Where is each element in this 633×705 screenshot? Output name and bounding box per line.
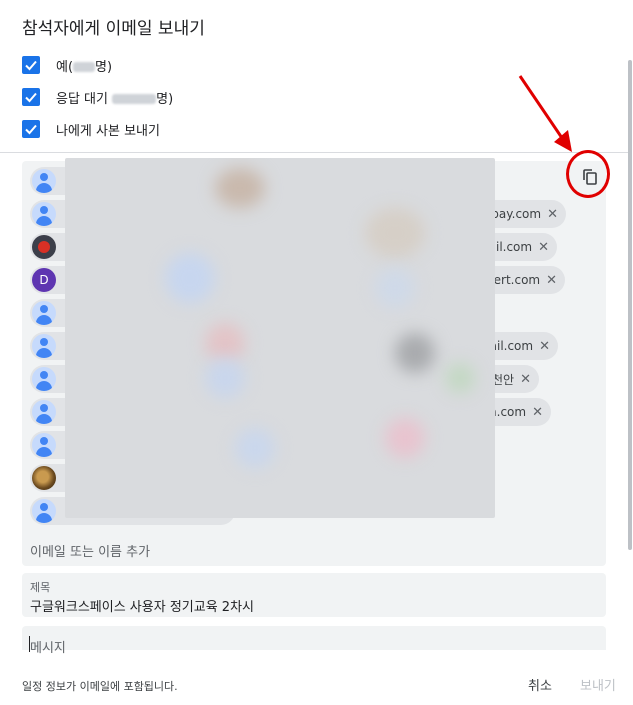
remove-recipient-icon[interactable]: ✕ — [530, 405, 551, 420]
dialog-title: 참석자에게 이메일 보내기 — [22, 19, 205, 39]
avatar — [32, 301, 56, 325]
avatar — [32, 202, 56, 226]
send-button[interactable]: 보내기 — [580, 675, 616, 694]
avatar — [32, 466, 56, 490]
remove-recipient-icon[interactable]: ✕ — [544, 273, 565, 288]
redacted-count — [73, 62, 96, 72]
remove-recipient-icon[interactable]: ✕ — [537, 339, 558, 354]
message-field[interactable] — [22, 626, 606, 650]
avatar — [32, 400, 56, 424]
recipient-email: ail.com — [488, 240, 533, 254]
option-awaiting[interactable]: 응답 대기 명) — [22, 86, 173, 108]
cancel-button[interactable]: 취소 — [528, 675, 552, 694]
scrollbar[interactable] — [628, 60, 632, 550]
redacted-area — [65, 158, 495, 518]
message-input[interactable]: 메시지 — [30, 637, 66, 656]
checkbox-copy-to-me[interactable] — [22, 120, 40, 138]
footer-note: 일정 정보가 이메일에 포함됩니다. — [22, 680, 178, 693]
check-icon — [25, 124, 37, 135]
recipient-name: 천안 — [492, 372, 515, 387]
subject-input[interactable]: 구글워크스페이스 사용자 정기교육 2차시 — [30, 596, 254, 615]
annotation-arrow-icon — [518, 75, 572, 152]
remove-recipient-icon[interactable]: ✕ — [545, 207, 566, 222]
divider — [0, 152, 628, 153]
remove-recipient-icon[interactable]: ✕ — [518, 372, 539, 387]
check-icon — [25, 92, 37, 103]
recipient-email: cert.com — [487, 273, 541, 287]
redacted-count — [112, 94, 157, 104]
option-awaiting-label: 응답 대기 명) — [56, 91, 174, 107]
recipient-email: n.com — [489, 405, 527, 419]
avatar: D — [32, 268, 56, 292]
avatar — [32, 169, 56, 193]
option-yes-label: 예(명) — [56, 59, 113, 75]
option-yes[interactable]: 예(명) — [22, 54, 112, 76]
check-icon — [25, 60, 37, 71]
avatar — [32, 433, 56, 457]
avatar — [32, 367, 56, 391]
recipient-email: pay.com — [491, 207, 542, 221]
avatar — [32, 235, 56, 259]
option-copy-to-me-label: 나에게 사본 보내기 — [56, 123, 160, 139]
avatar — [32, 499, 56, 523]
add-recipient-input[interactable]: 이메일 또는 이름 추가 — [30, 541, 150, 560]
checkbox-yes[interactable] — [22, 56, 40, 74]
subject-label: 제목 — [30, 581, 51, 594]
remove-recipient-icon[interactable]: ✕ — [536, 240, 557, 255]
option-copy-to-me[interactable]: 나에게 사본 보내기 — [22, 118, 160, 140]
recipient-email: ail.com — [489, 339, 534, 353]
avatar — [32, 334, 56, 358]
checkbox-awaiting[interactable] — [22, 88, 40, 106]
annotation-circle — [566, 150, 610, 198]
